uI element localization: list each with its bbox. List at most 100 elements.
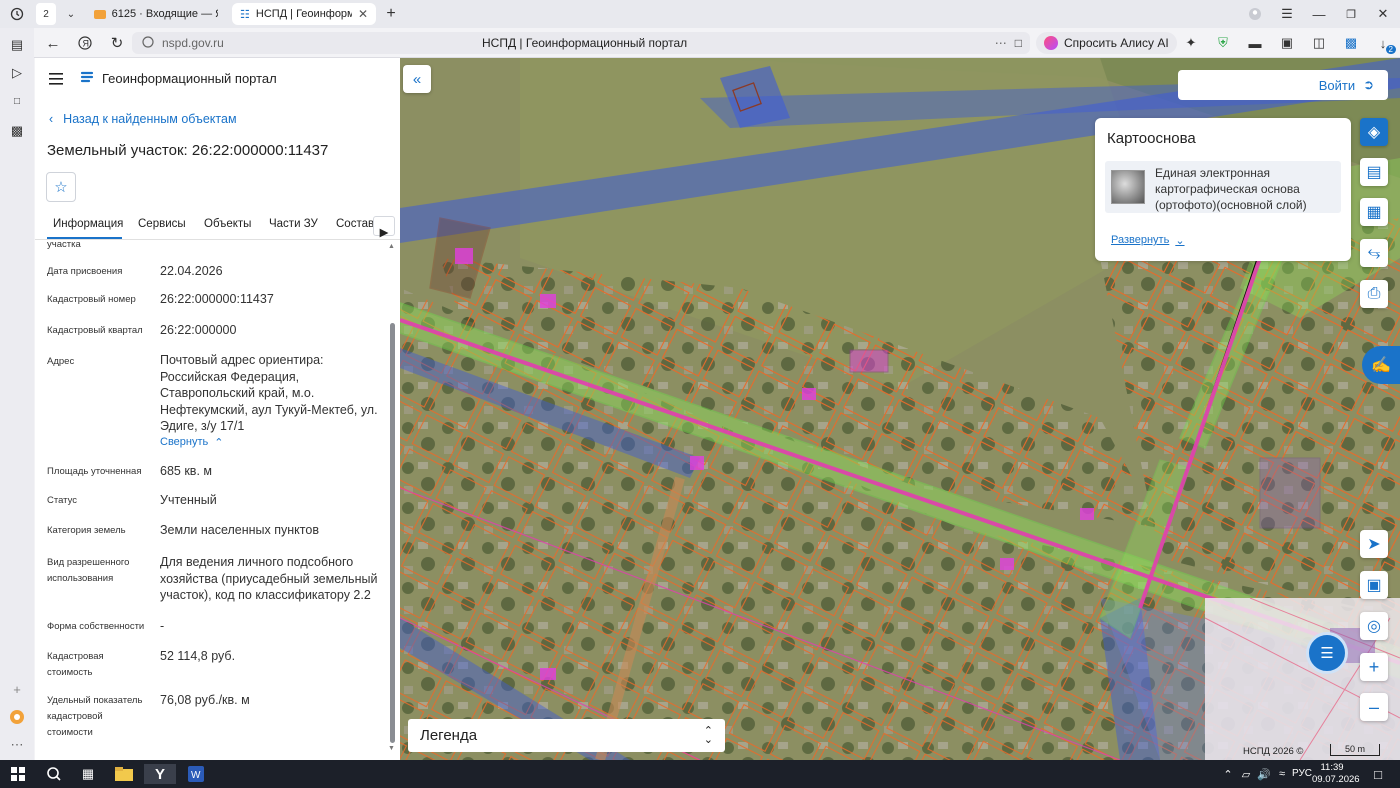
- minimap-button[interactable]: ▣: [1360, 571, 1388, 599]
- field-value: 76,08 руб./кв. м: [160, 693, 250, 707]
- site-info-icon[interactable]: [142, 35, 154, 51]
- chat-button[interactable]: ☰: [1306, 632, 1348, 674]
- back-icon[interactable]: ←: [42, 32, 64, 54]
- restore-icon[interactable]: ❐: [1340, 3, 1362, 25]
- profile-icon[interactable]: [1244, 3, 1266, 25]
- language-indicator[interactable]: РУС: [1292, 768, 1312, 779]
- network-icon[interactable]: ≈: [1272, 764, 1292, 784]
- add-icon[interactable]: +: [6, 678, 28, 700]
- layers-button[interactable]: ◈: [1360, 118, 1388, 146]
- tab-information[interactable]: Информация: [53, 218, 123, 230]
- word-icon[interactable]: W: [186, 764, 206, 784]
- field-value: -: [160, 619, 165, 633]
- zoom-in-button[interactable]: +: [1360, 653, 1388, 681]
- scroll-down-icon[interactable]: ▼: [388, 745, 395, 752]
- close-window-icon[interactable]: ✕: [1372, 3, 1394, 25]
- measure-button[interactable]: ▤: [1360, 158, 1388, 186]
- login-icon: ➲: [1363, 77, 1374, 92]
- panel-scrollbar[interactable]: ▲ ▼: [388, 243, 396, 753]
- downloads-icon[interactable]: ↓ 2: [1372, 32, 1396, 54]
- file-explorer-icon[interactable]: [114, 764, 134, 784]
- field-label: Вид разрешенного использования: [47, 557, 130, 584]
- collapse-label: Свернуть: [160, 436, 209, 448]
- field-label: Статус: [47, 495, 78, 506]
- alice-label: Спросить Алису AI: [1064, 36, 1169, 50]
- minimize-icon[interactable]: —: [1308, 3, 1330, 25]
- field-value: 22.04.2026: [160, 264, 223, 278]
- assistant-button[interactable]: ✍: [1362, 346, 1400, 384]
- task-view-icon[interactable]: ▦: [78, 764, 98, 784]
- close-tab-icon[interactable]: ✕: [358, 7, 368, 21]
- extension-icon[interactable]: ▩: [1340, 32, 1362, 54]
- map-view[interactable]: « Войти ➲ Картооснова Единая электронная…: [400, 58, 1400, 760]
- locate-button[interactable]: ➤: [1360, 530, 1388, 558]
- expand-label: Развернуть: [1111, 234, 1170, 246]
- tab-composition[interactable]: Состав: [336, 218, 374, 230]
- yandex-icon[interactable]: Я: [74, 32, 96, 54]
- field-value: 26:22:000000: [160, 323, 237, 337]
- puzzle-icon[interactable]: ◫: [1308, 32, 1330, 54]
- basemap-layer-item[interactable]: Единая электронная картографическая осно…: [1105, 161, 1341, 213]
- search-icon[interactable]: [44, 764, 64, 784]
- camera-icon[interactable]: ▩: [6, 120, 28, 142]
- tab-services[interactable]: Сервисы: [138, 218, 186, 230]
- yandex-browser-icon[interactable]: Y: [144, 764, 176, 784]
- ruler-icon: ▤: [1366, 164, 1382, 181]
- alice-icon: [1044, 36, 1058, 50]
- login-button[interactable]: Войти ➲: [1178, 70, 1388, 100]
- share-button[interactable]: ⥃: [1360, 239, 1388, 267]
- favorite-button[interactable]: ☆: [46, 172, 76, 202]
- svg-text:W: W: [191, 770, 201, 781]
- map-copyright: НСПД 2026 ©: [1243, 746, 1304, 757]
- collapse-link[interactable]: Свернуть ⌃: [160, 436, 223, 449]
- play-icon[interactable]: ▷: [6, 62, 28, 84]
- clock[interactable]: 11:39 09.07.2026: [1312, 762, 1360, 786]
- print-button[interactable]: ⎙: [1360, 280, 1388, 308]
- tray-chevron-up-icon[interactable]: ⌃: [1218, 764, 1238, 784]
- tab-counter-icon[interactable]: □: [6, 90, 28, 112]
- scroll-up-icon[interactable]: ▲: [388, 243, 395, 250]
- tab-parts[interactable]: Части ЗУ: [269, 218, 318, 230]
- field-label: Кадастровая стоимость: [47, 651, 104, 678]
- back-link[interactable]: ‹ Назад к найденным объектам: [49, 112, 237, 126]
- alice-button[interactable]: Спросить Алису AI: [1036, 32, 1177, 54]
- zoom-out-button[interactable]: –: [1360, 693, 1388, 721]
- browser-toolbar: ← Я ↻ nspd.gov.ru НСПД | Геоинформационн…: [0, 28, 1400, 58]
- collapse-panel-button[interactable]: «: [403, 65, 431, 93]
- reload-icon[interactable]: ↻: [106, 32, 128, 54]
- extension-icon[interactable]: ▬: [1244, 32, 1266, 54]
- address-bar[interactable]: nspd.gov.ru НСПД | Геоинформационный пор…: [132, 32, 1030, 54]
- tab-objects[interactable]: Объекты: [204, 218, 251, 230]
- legend-dropdown[interactable]: Легенда ⌃ ⌄: [408, 719, 725, 752]
- field-value: 685 кв. м: [160, 464, 212, 478]
- tabs-dropdown-icon[interactable]: ⌄: [60, 3, 82, 25]
- extension-icon[interactable]: ✦: [1180, 32, 1202, 54]
- field-value: 52 114,8 руб.: [160, 649, 236, 663]
- basemap-expand-link[interactable]: Развернуть ⌄: [1111, 234, 1185, 247]
- tabs-scroll-right-button[interactable]: ▶: [373, 216, 395, 239]
- scrollbar-thumb[interactable]: [390, 323, 395, 743]
- history-icon[interactable]: [6, 3, 28, 25]
- more-icon[interactable]: ⋯: [6, 734, 28, 756]
- more-icon[interactable]: ⋯: [995, 36, 1007, 50]
- volume-icon[interactable]: 🔊: [1254, 764, 1274, 784]
- tab-nspd[interactable]: ☷ НСПД | Геоинформаци ✕: [232, 3, 376, 25]
- tab-mail[interactable]: 6125 · Входящие — Яндекс: [86, 3, 226, 25]
- collections-icon[interactable]: ▤: [6, 34, 28, 56]
- notification-icon[interactable]: □: [1368, 764, 1388, 784]
- os-taskbar: ▦ Y W ⌃ ▱ 🔊 ≈ РУС 11:39 09.07.2026 □: [0, 760, 1400, 788]
- chat-icon: ☰: [1320, 645, 1334, 662]
- bookmark-icon[interactable]: □: [1015, 36, 1022, 50]
- tab-counter[interactable]: 2: [36, 3, 56, 25]
- shield-icon[interactable]: ⛨: [1212, 32, 1234, 54]
- geolocation-button[interactable]: ◎: [1360, 612, 1388, 640]
- extension-icon[interactable]: ▣: [1276, 32, 1298, 54]
- chevron-down-icon: ⌄: [1175, 235, 1185, 247]
- windows-start-icon[interactable]: [8, 764, 28, 784]
- hamburger-icon[interactable]: [49, 72, 63, 85]
- select-area-button[interactable]: ▦: [1360, 198, 1388, 226]
- yandex-mail-icon[interactable]: [6, 706, 28, 728]
- menu-icon[interactable]: ☰: [1276, 3, 1298, 25]
- new-tab-icon[interactable]: +: [380, 3, 402, 25]
- field-label: Адрес: [47, 356, 75, 367]
